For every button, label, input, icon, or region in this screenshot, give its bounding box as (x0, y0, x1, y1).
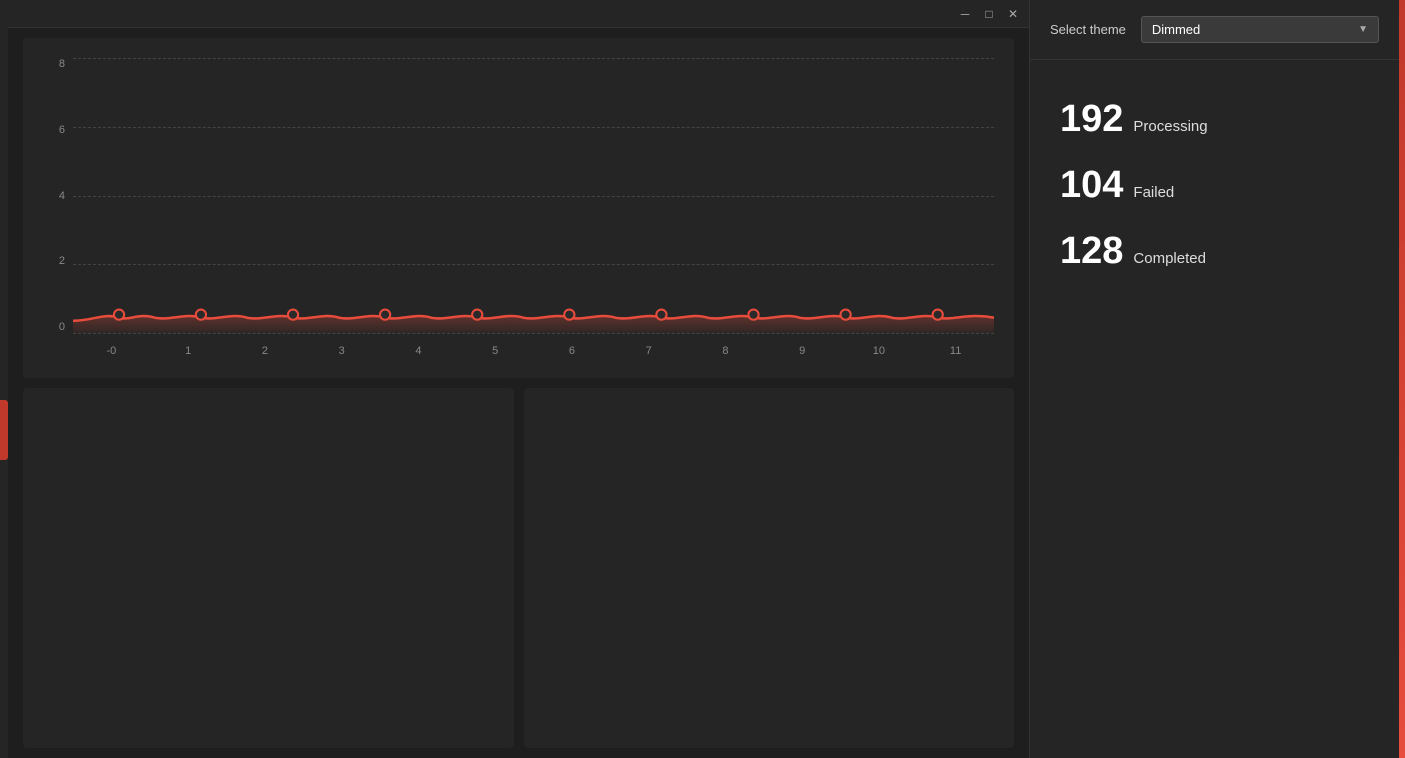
app-window: ─ □ ✕ 8 6 4 2 0 (0, 0, 1405, 758)
bottom-panel-right (524, 388, 1015, 748)
x-label-2: 2 (227, 345, 304, 357)
x-label-3: 3 (303, 345, 380, 357)
grid-line-4 (73, 196, 994, 197)
close-button[interactable]: ✕ (1005, 6, 1021, 22)
minimize-button[interactable]: ─ (957, 6, 973, 22)
x-label-10: 10 (841, 345, 918, 357)
theme-select-value: Dimmed (1152, 22, 1200, 37)
stat-label-processing: Processing (1133, 118, 1207, 135)
title-bar: ─ □ ✕ (8, 0, 1029, 28)
bottom-panel-left (23, 388, 514, 748)
grid-line-0 (73, 333, 994, 334)
main-content: ─ □ ✕ 8 6 4 2 0 (8, 0, 1029, 758)
x-axis: -0 1 2 3 4 5 6 7 8 9 10 11 (73, 338, 994, 363)
right-sidebar: Select theme Dimmed ▼ 192 Processing 104… (1029, 0, 1399, 758)
y-label-0: 0 (59, 321, 65, 333)
stats-section: 192 Processing 104 Failed 128 Completed (1030, 60, 1399, 310)
chart-plot (73, 58, 994, 333)
chart-inner: 8 6 4 2 0 (43, 58, 994, 363)
bottom-panels (23, 388, 1014, 748)
stat-row-processing: 192 Processing (1060, 100, 1369, 138)
y-label-6: 6 (59, 124, 65, 136)
stat-row-failed: 104 Failed (1060, 166, 1369, 204)
theme-select-dropdown[interactable]: Dimmed ▼ (1141, 16, 1379, 43)
y-label-4: 4 (59, 190, 65, 202)
stat-label-completed: Completed (1133, 250, 1206, 267)
stat-number-failed: 104 (1060, 166, 1123, 204)
grid-line-6 (73, 127, 994, 128)
left-edge-tab (0, 400, 8, 460)
stat-row-completed: 128 Completed (1060, 232, 1369, 270)
x-label-11: 11 (917, 345, 994, 357)
left-edge (0, 0, 8, 758)
y-axis: 8 6 4 2 0 (43, 58, 73, 333)
theme-label: Select theme (1050, 22, 1126, 37)
right-edge-accent (1399, 0, 1405, 758)
grid-line-8 (73, 58, 994, 59)
y-label-2: 2 (59, 255, 65, 267)
maximize-button[interactable]: □ (981, 6, 997, 22)
y-label-8: 8 (59, 58, 65, 70)
x-label-4: 4 (380, 345, 457, 357)
stat-label-failed: Failed (1133, 184, 1174, 201)
theme-selector-row: Select theme Dimmed ▼ (1030, 0, 1399, 60)
stat-number-completed: 128 (1060, 232, 1123, 270)
x-label-9: 9 (764, 345, 841, 357)
x-label-5: 5 (457, 345, 534, 357)
grid-line-2 (73, 264, 994, 265)
chart-container: 8 6 4 2 0 (23, 38, 1014, 378)
x-label-0: -0 (73, 345, 150, 357)
stat-number-processing: 192 (1060, 100, 1123, 138)
content-area: 8 6 4 2 0 (8, 28, 1029, 758)
x-label-6: 6 (534, 345, 611, 357)
x-label-1: 1 (150, 345, 227, 357)
x-label-7: 7 (610, 345, 687, 357)
x-label-8: 8 (687, 345, 764, 357)
chevron-down-icon: ▼ (1358, 24, 1368, 35)
